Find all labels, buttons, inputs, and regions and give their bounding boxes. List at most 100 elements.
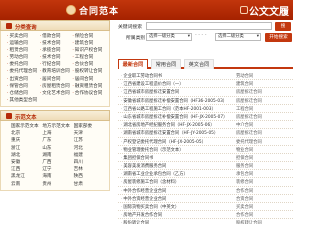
document-icon: [240, 6, 248, 14]
contract-title-link[interactable]: 美容美发消费服务合同: [121, 163, 166, 169]
contract-title-link[interactable]: 物业管理委托合同（示范文本）: [121, 147, 183, 153]
category-link[interactable]: 保险合同: [72, 33, 105, 40]
category-link[interactable]: 承揽合同: [40, 47, 73, 54]
contract-category: 物业合同: [236, 147, 254, 153]
sample-link[interactable]: 地方示范文本: [42, 123, 73, 130]
contract-title-link[interactable]: 房地产开发合作合同: [121, 212, 162, 218]
category-link[interactable]: 运输合同: [7, 40, 40, 47]
category-link[interactable]: 融资租赁合同: [72, 83, 105, 90]
sample-link[interactable]: 重庆: [11, 137, 42, 144]
tab-common[interactable]: 常用合同: [151, 59, 181, 69]
sample-link[interactable]: 江苏: [74, 137, 105, 144]
contract-title-link[interactable]: 江西省公路工程施工合同（范本HF-2001-003）: [121, 106, 215, 112]
site-title: 合同范本: [79, 7, 120, 17]
contract-title-link[interactable]: 企业职工劳动合同书: [121, 73, 162, 79]
category-link[interactable]: 出资合同: [7, 76, 40, 83]
contract-title-link[interactable]: 国际货物买卖合同（中英文）: [121, 204, 179, 210]
contract-tabs: 最新合同 常用合同 英文合同: [118, 58, 293, 69]
search-button[interactable]: 搜: [275, 22, 291, 31]
category-link[interactable]: 买卖合同: [7, 33, 40, 40]
category-link[interactable]: 委托合同: [7, 61, 40, 68]
sample-link[interactable]: 辽宁: [42, 166, 73, 173]
first-category-select[interactable]: 选择一级分类: [146, 33, 192, 41]
sample-link[interactable]: 湖南: [42, 152, 73, 159]
contract-title-link[interactable]: 湖北省房地产经纪服务合同（HF-JX-2005-06）: [121, 122, 214, 128]
sample-link[interactable]: 山东: [42, 145, 73, 152]
category-link[interactable]: 教育培训合同: [40, 68, 73, 75]
category-link[interactable]: 工程合同: [72, 54, 105, 61]
contract-category: 委托代理合同: [236, 139, 262, 145]
category-link[interactable]: 其他类型合同: [7, 97, 40, 104]
keyword-input[interactable]: [146, 22, 272, 30]
contract-category: 合作合同: [236, 213, 254, 219]
sample-link[interactable]: 国家部委: [74, 123, 105, 130]
category-link[interactable]: 保管合同: [7, 83, 40, 90]
start-search-button[interactable]: 开始搜索: [265, 33, 292, 42]
sample-link[interactable]: 湖北: [11, 152, 42, 159]
contract-title-link[interactable]: 中外合作经营企业合同: [121, 188, 166, 194]
sample-link[interactable]: 海南: [42, 173, 73, 180]
contract-title-link[interactable]: 山东省城市房屋拆迁补偿安置合同（HF-JX-2005-07）: [121, 114, 227, 120]
search-panel: 关键词搜索 搜 所属类别 选择一级分类 - - - - 选择二级分类 开始搜索: [118, 22, 293, 52]
list-item: 房地产开发合作合同 合作合同: [118, 211, 293, 220]
sample-link[interactable]: 安徽: [11, 159, 42, 166]
sample-link[interactable]: 上海: [42, 130, 73, 137]
list-item: 产权登记委托代理合同（HF-JX-2005-05） 委托代理合同: [118, 138, 293, 146]
keyword-label: 关键词搜索: [118, 25, 142, 30]
list-item: 物业管理委托合同（示范文本） 物业合同: [118, 146, 293, 154]
contract-title-link[interactable]: 安徽省城市房屋拆迁补偿安置合同（HF36-2005-03）: [121, 98, 227, 104]
category-link[interactable]: 仓储合同: [7, 90, 40, 97]
list-item: 山东省城市房屋拆迁补偿安置合同（HF-JX-2005-07） 房屋拆迁合同: [118, 113, 293, 122]
category-link[interactable]: 知识产权合同: [72, 47, 105, 54]
contract-title-link[interactable]: 中外合资经营企业合同: [121, 196, 166, 202]
sample-link[interactable]: 广东: [42, 137, 73, 144]
list-item: 江西省建设工程造价合同（一） 建筑合同: [118, 80, 293, 89]
contract-title-link[interactable]: 房屋装修施工合同（含材料）: [121, 179, 179, 185]
sample-link[interactable]: 浙江: [11, 145, 42, 152]
category-link[interactable]: 居间合同: [40, 76, 73, 83]
tab-latest[interactable]: 最新合同: [118, 59, 148, 69]
sample-link[interactable]: 广西: [42, 159, 73, 166]
category-link[interactable]: 借款合同: [40, 33, 73, 40]
sample-link[interactable]: 福建: [74, 152, 105, 159]
sample-link[interactable]: 河北: [74, 145, 105, 152]
sample-link[interactable]: 江西: [11, 166, 42, 173]
category-link[interactable]: 租赁合同: [7, 47, 40, 54]
sample-link[interactable]: 北京: [11, 130, 42, 137]
category-link[interactable]: 技术合同: [40, 40, 73, 47]
contract-title-link[interactable]: 江西省建设工程造价合同（一）: [121, 81, 183, 87]
category-link[interactable]: 文化艺术合同: [40, 90, 73, 97]
category-link[interactable]: 合伙合同: [72, 61, 105, 68]
contract-title-link[interactable]: 产权登记委托代理合同（HF-JX-2005-05）: [121, 139, 206, 145]
category-link[interactable]: 合作协议合同: [72, 90, 105, 97]
sample-link[interactable]: 甘肃: [74, 181, 105, 188]
second-category-select[interactable]: 选择二级分类: [215, 33, 261, 41]
list-item: 湖南省城市房屋拆迁安置合同（HF-JY-2005-05） 房屋拆迁合同: [118, 129, 293, 138]
category-link[interactable]: 房屋租赁合同: [40, 83, 73, 90]
tab-english[interactable]: 英文合同: [184, 59, 214, 69]
category-link[interactable]: 股权转让合同: [72, 68, 105, 75]
sidebar: 分类查询 买卖合同借款合同保险合同运输合同技术合同建筑合同租赁合同承揽合同知识产…: [0, 20, 110, 224]
sample-link[interactable]: 吉林: [74, 166, 105, 173]
contract-title-link[interactable]: 股份转让合同: [121, 220, 149, 224]
sample-link[interactable]: 云南: [11, 181, 42, 188]
category-link[interactable]: 劳动合同: [7, 54, 40, 61]
sample-link[interactable]: 贵州: [42, 181, 73, 188]
sample-link[interactable]: 天津: [74, 130, 105, 137]
category-link[interactable]: 技术合同: [40, 54, 73, 61]
contract-title-link[interactable]: 湖南省工业企业承包合同（乙方）: [121, 171, 187, 177]
sample-link[interactable]: 黑龙江: [11, 173, 42, 180]
contract-title-link[interactable]: 江西省城市房屋拆迁安置合同: [121, 89, 179, 95]
contract-category: 房屋拆迁合同: [236, 90, 262, 96]
category-link[interactable]: 居间合同: [72, 76, 105, 83]
sample-link[interactable]: 四川: [74, 159, 105, 166]
sample-link[interactable]: 国家示范文本: [11, 123, 42, 130]
category-link[interactable]: 委托代理合同: [7, 68, 40, 75]
contract-title-link[interactable]: 湖南省城市房屋拆迁安置合同（HF-JY-2005-05）: [121, 130, 218, 136]
category-link[interactable]: 建筑合同: [72, 40, 105, 47]
category-link[interactable]: 行纪合同: [40, 61, 73, 68]
category-label: 所属类别: [126, 36, 146, 41]
contract-list: 企业职工劳动合同书 劳动合同江西省建设工程造价合同（一） 建筑合同江西省城市房屋拆迁…: [118, 72, 293, 224]
contract-title-link[interactable]: 集团担保合同书: [121, 155, 153, 161]
sample-link[interactable]: 陕西: [74, 173, 105, 180]
